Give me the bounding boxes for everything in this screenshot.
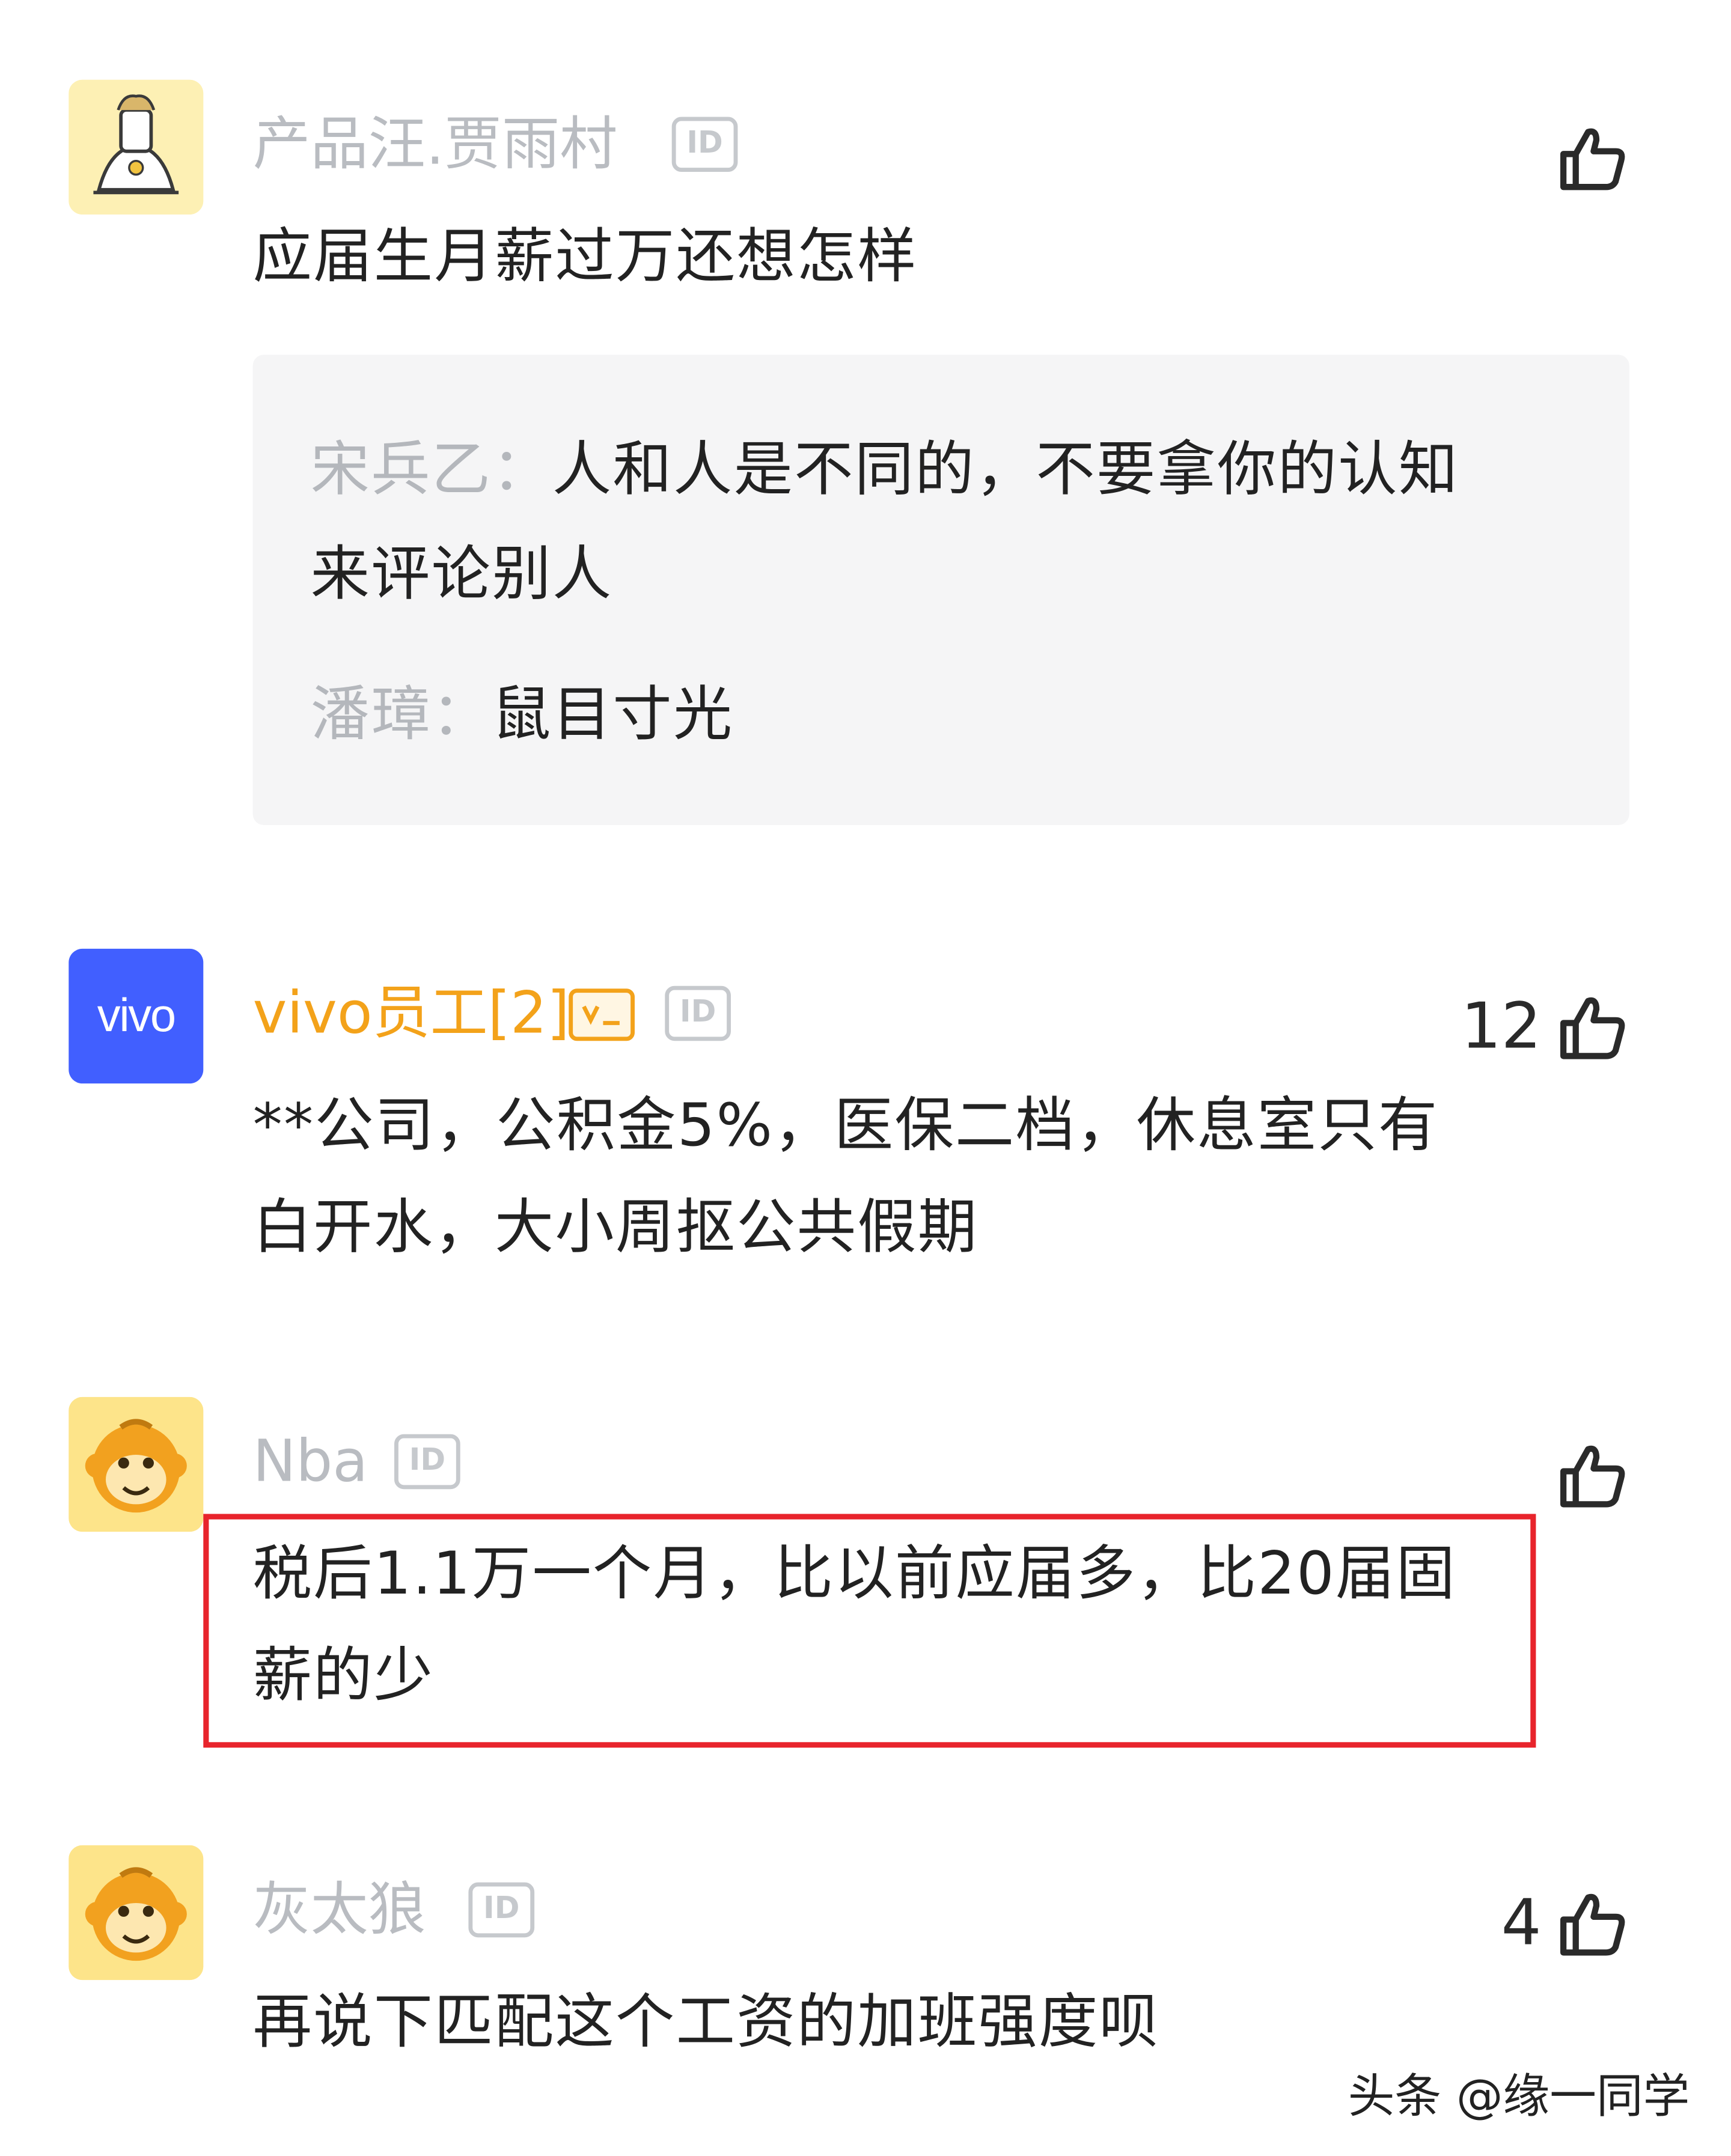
comment-text: **公司，公积金5%，医保二档，休息室只有 白开水，大小周抠公共假期	[253, 1075, 1439, 1279]
comment-text: 应届生月薪过万还想怎样	[252, 222, 918, 292]
monkey-face-icon	[69, 1396, 204, 1532]
avatar[interactable]	[69, 79, 204, 215]
id-badge-icon: ID	[394, 1434, 460, 1490]
highlight-box	[203, 1514, 1536, 1748]
comment-line: **公司，公积金5%，医保二档，休息室只有	[252, 1091, 1439, 1161]
avatar[interactable]	[69, 1845, 204, 1981]
reply-text-continued: 来评论别人	[310, 540, 613, 609]
username[interactable]: 灰太狼	[253, 1875, 426, 1944]
reply-author[interactable]: 潘璋：	[311, 681, 492, 749]
avatar[interactable]: vivo	[69, 948, 204, 1084]
reply-author[interactable]: 宋兵乙：	[311, 436, 552, 504]
vip-badge-icon	[569, 988, 635, 1041]
comment-line: 白开水，大小周抠公共假期	[252, 1193, 978, 1262]
id-badge-icon: ID	[671, 117, 738, 172]
reply-item: 宋兵乙：人和人是不同的，不要拿你的认知 来评论别人	[311, 418, 1459, 627]
thumbs-up-icon[interactable]	[1555, 993, 1629, 1061]
username[interactable]: vivo员工[2]	[253, 979, 570, 1047]
monkey-face-icon	[69, 1845, 204, 1981]
avatar[interactable]	[69, 1396, 204, 1532]
reply-box[interactable]: 宋兵乙：人和人是不同的，不要拿你的认知 来评论别人 潘璋：鼠目寸光	[252, 355, 1629, 825]
like-count: 4	[1501, 1885, 1542, 1960]
thumbs-up-icon[interactable]	[1555, 124, 1629, 192]
reply-text: 人和人是不同的，不要拿你的认知	[552, 436, 1459, 505]
thumbs-up-icon[interactable]	[1555, 1441, 1629, 1509]
like-count: 12	[1461, 988, 1542, 1063]
id-badge-icon: ID	[468, 1882, 535, 1938]
reply-text: 鼠目寸光	[492, 680, 734, 750]
watermark: 头条 @缘一同学	[1348, 2069, 1690, 2125]
id-badge-icon: ID	[665, 985, 731, 1041]
lightbulb-figure-icon	[69, 79, 204, 215]
thumbs-up-icon[interactable]	[1555, 1889, 1629, 1958]
comment-text: 再说下匹配这个工资的加班强度呗	[252, 1988, 1160, 2057]
reply-item: 潘璋：鼠目寸光	[311, 663, 734, 767]
comment-feed: 产品汪.贾雨村 ID 应届生月薪过万还想怎样 宋兵乙：人和人是不同的，不要拿你的…	[0, 0, 1731, 2156]
vivo-logo: vivo	[97, 990, 176, 1043]
username[interactable]: Nba	[253, 1427, 368, 1496]
username[interactable]: 产品汪.贾雨村	[253, 110, 618, 178]
